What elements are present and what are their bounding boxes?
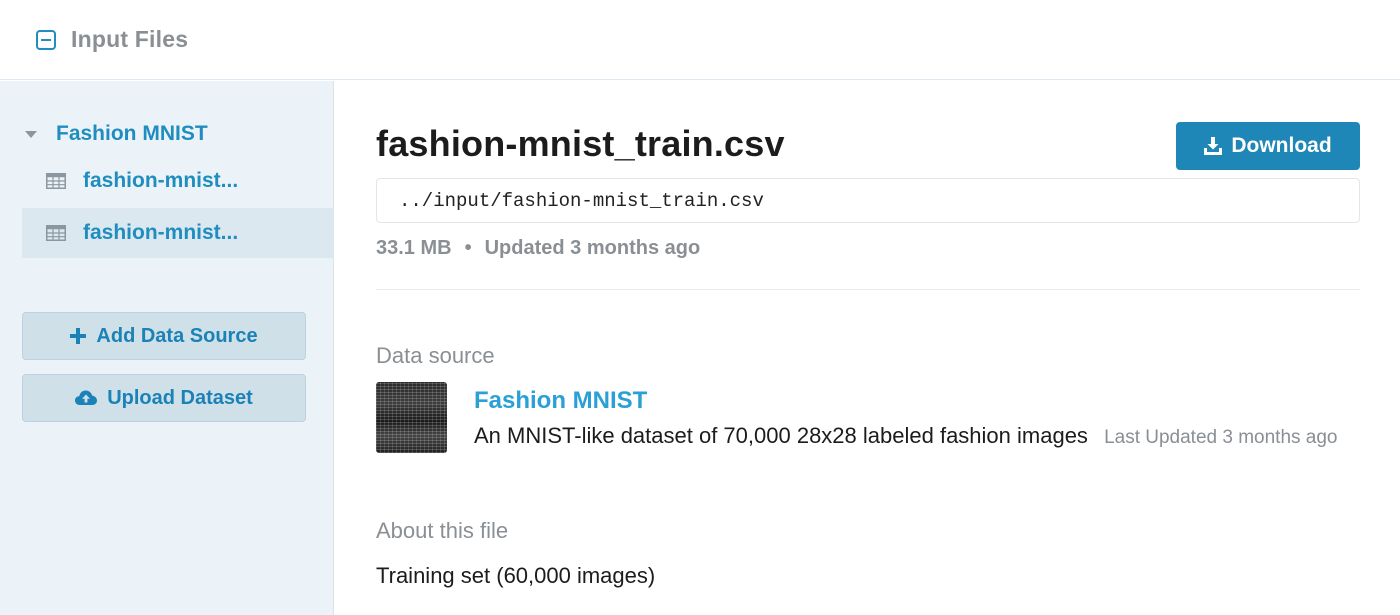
table-icon [46, 225, 66, 241]
data-source-last-updated: Last Updated 3 months ago [1104, 427, 1338, 448]
sidebar-file-item-train[interactable]: fashion-mnist... [22, 208, 334, 258]
upload-dataset-label: Upload Dataset [107, 386, 253, 409]
sidebar-dataset-label: Fashion MNIST [56, 122, 208, 145]
about-file-text: Training set (60,000 images) [376, 563, 656, 588]
meta-separator: • [464, 237, 472, 259]
about-file-heading: About this file [376, 518, 509, 543]
table-icon [46, 173, 66, 189]
download-label: Download [1231, 134, 1332, 157]
sidebar-file-label: fashion-mnist... [83, 221, 239, 244]
file-updated: Updated 3 months ago [484, 237, 701, 259]
collapse-icon[interactable] [36, 29, 56, 50]
input-files-header: Input Files [0, 0, 1400, 80]
plus-icon [70, 328, 87, 344]
sidebar-dataset-fashion-mnist[interactable]: Fashion MNIST [22, 117, 334, 151]
header-title: Input Files [71, 26, 189, 52]
file-path-text: ../input/fashion-mnist_train.csv [399, 189, 764, 212]
file-size: 33.1 MB [376, 237, 452, 259]
add-data-source-label: Add Data Source [96, 324, 258, 347]
sidebar: Fashion MNIST fashion-mnist... fashion-m… [0, 81, 334, 615]
download-button[interactable]: Download [1176, 122, 1360, 170]
data-source-description-block: An MNIST-like dataset of 70,000 28x28 la… [474, 422, 1354, 452]
add-data-source-button[interactable]: Add Data Source [22, 312, 306, 360]
sidebar-file-label: fashion-mnist... [83, 169, 239, 192]
file-meta: 33.1 MB • Updated 3 months ago [376, 237, 700, 260]
dataset-thumbnail[interactable] [376, 382, 447, 453]
data-source-link[interactable]: Fashion MNIST [474, 387, 647, 415]
sidebar-file-item-test[interactable]: fashion-mnist... [22, 156, 334, 206]
data-source-heading: Data source [376, 343, 495, 368]
file-path-field[interactable]: ../input/fashion-mnist_train.csv [376, 178, 1360, 223]
download-icon [1204, 137, 1223, 155]
cloud-upload-icon [75, 390, 98, 405]
data-source-description: An MNIST-like dataset of 70,000 28x28 la… [474, 423, 1088, 448]
file-title: fashion-mnist_train.csv [376, 123, 785, 164]
caret-down-icon[interactable] [25, 130, 37, 138]
upload-dataset-button[interactable]: Upload Dataset [22, 374, 306, 422]
divider [376, 289, 1360, 290]
